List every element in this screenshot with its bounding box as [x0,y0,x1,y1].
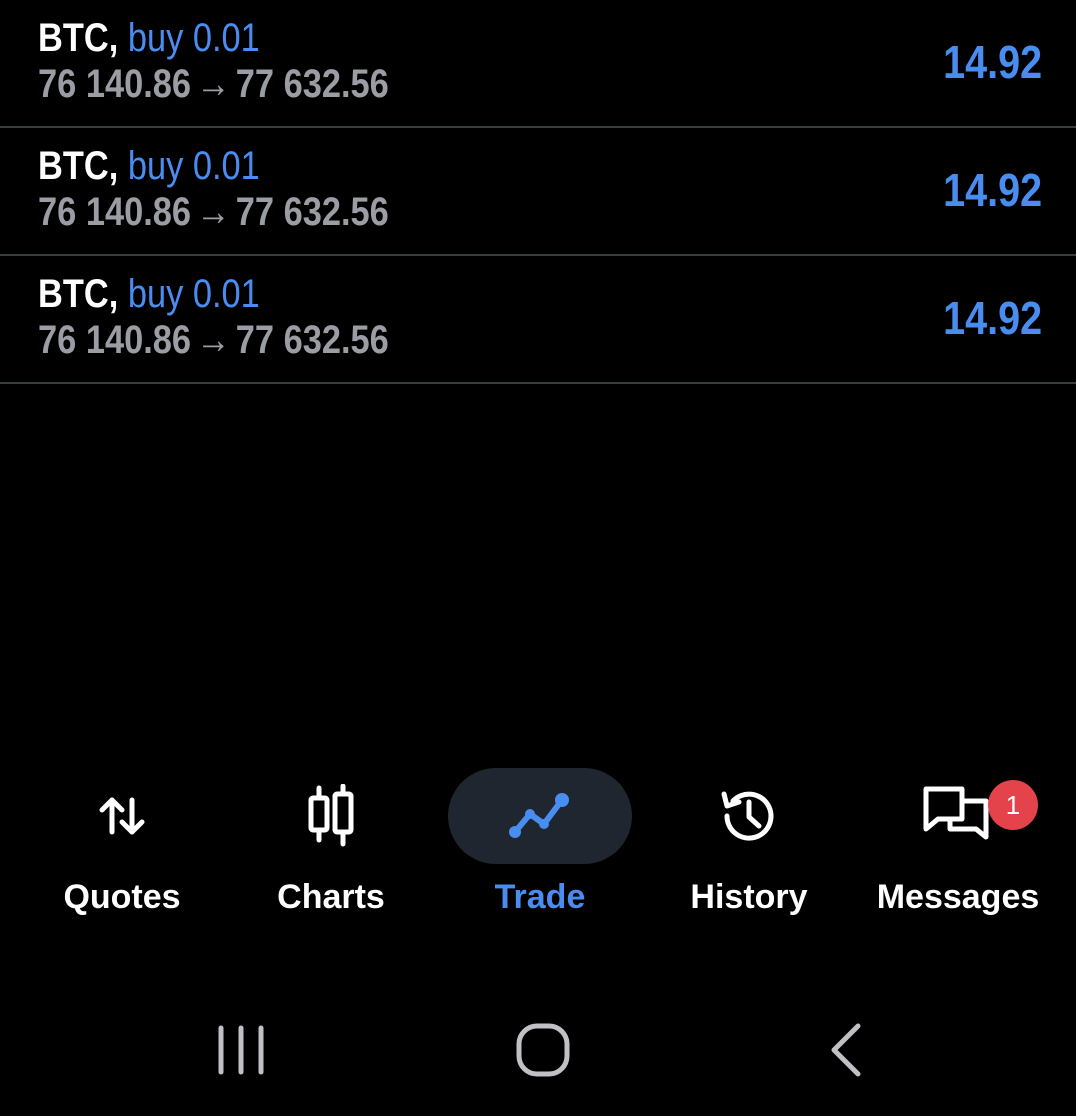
nav-trade-label: Trade [494,878,586,916]
trade-prices: 76 140.86 → 77 632.56 [38,188,389,236]
bottom-navigation: Quotes Charts Trade History 1 Messages [0,760,1076,940]
trade-profit: 14.92 [942,36,1042,88]
nav-trade[interactable]: Trade [440,760,640,940]
nav-charts-icon-wrap [239,768,423,864]
system-navigation-bar [0,990,1076,1110]
open-positions-list: BTC, buy 0.01 76 140.86 → 77 632.56 14.92 … [0,0,1076,384]
back-button[interactable] [800,1010,890,1090]
trade-profit: 14.92 [942,292,1042,344]
arrow-right-icon: → [196,190,231,234]
home-icon [516,1023,570,1077]
trade-prices: 76 140.86 → 77 632.56 [38,60,389,108]
nav-trade-active-pill [448,768,632,864]
current-price: 77 632.56 [235,318,389,362]
nav-history-label: History [690,878,808,916]
trade-symbol: BTC, [38,272,119,316]
trade-side-volume: buy 0.01 [127,16,260,60]
unread-messages-badge: 1 [988,780,1038,830]
trade-prices: 76 140.86 → 77 632.56 [38,316,389,364]
history-clock-icon [721,791,774,841]
trade-side-volume: buy 0.01 [127,144,260,188]
trade-row[interactable]: BTC, buy 0.01 76 140.86 → 77 632.56 14.92 [0,128,1076,256]
nav-history[interactable]: History [649,760,849,940]
candlestick-icon [308,784,354,847]
trade-row[interactable]: BTC, buy 0.01 76 140.86 → 77 632.56 14.92 [0,256,1076,384]
recent-apps-button[interactable] [196,1010,286,1090]
trade-side-volume: buy 0.01 [127,272,260,316]
trade-symbol: BTC, [38,16,119,60]
chat-bubbles-icon [923,786,989,840]
arrow-right-icon: → [196,318,231,362]
back-icon [831,1023,861,1077]
current-price: 77 632.56 [235,62,389,106]
current-price: 77 632.56 [235,190,389,234]
trade-profit: 14.92 [942,164,1042,216]
trade-symbol: BTC, [38,144,119,188]
open-price: 76 140.86 [38,190,192,234]
open-price: 76 140.86 [38,318,192,362]
recent-apps-icon [218,1025,264,1075]
nav-messages[interactable]: 1 Messages [858,760,1058,940]
nav-messages-label: Messages [876,878,1040,916]
trade-title: BTC, buy 0.01 [38,142,260,190]
nav-history-icon-wrap [657,768,841,864]
home-button[interactable] [498,1010,588,1090]
nav-charts[interactable]: Charts [231,760,431,940]
nav-quotes-label: Quotes [63,878,181,916]
trend-line-icon [509,793,569,838]
trade-title: BTC, buy 0.01 [38,270,260,318]
trade-row[interactable]: BTC, buy 0.01 76 140.86 → 77 632.56 14.92 [0,0,1076,128]
open-price: 76 140.86 [38,62,192,106]
nav-charts-label: Charts [277,878,385,916]
nav-quotes-icon-wrap [30,768,214,864]
arrow-right-icon: → [196,62,231,106]
up-down-arrows-icon [99,797,145,835]
trade-title: BTC, buy 0.01 [38,14,260,62]
nav-quotes[interactable]: Quotes [22,760,222,940]
